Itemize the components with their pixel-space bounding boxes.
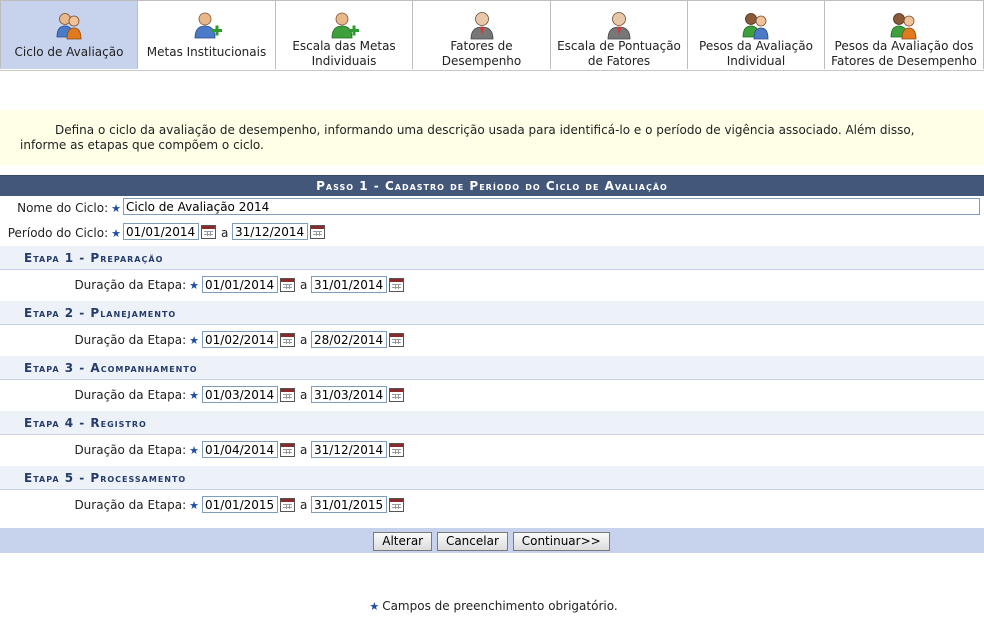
required-star-icon: ★ [189,389,199,402]
tab-metas-institucionais[interactable]: Metas Institucionais [138,0,276,69]
stage-fim-input[interactable] [311,331,387,348]
stage-duration-row: Duração da Etapa:★ a [0,490,984,521]
tab-label: Ciclo de Avaliação [14,45,124,59]
required-note-text: Campos de preenchimento obrigatório. [382,599,618,613]
stage-fim-input[interactable] [311,386,387,403]
tab-pesos-fatores-desempenho[interactable]: Pesos da Avaliação dos Fatores de Desemp… [825,0,984,69]
duracao-label: Duração da Etapa: ★ [74,443,199,457]
required-star-icon: ★ [189,499,199,512]
date-separator: a [300,388,308,402]
periodo-label: Período do Ciclo: ★ [7,226,121,240]
required-star-icon: ★ [369,600,380,613]
nome-label: Nome do Ciclo: ★ [17,201,121,215]
stage-fim-input[interactable] [311,496,387,513]
periodo-fim-input[interactable] [232,223,308,240]
required-star-icon: ★ [189,334,199,347]
tab-bar: Ciclo de Avaliação Metas Institucionais … [0,0,984,71]
stage-block: Etapa 5 - Processamento Duração da Etapa… [0,466,984,521]
calendar-icon[interactable] [280,278,295,292]
user-add-icon [331,12,359,39]
duracao-label: Duração da Etapa: ★ [74,388,199,402]
date-separator: a [300,443,308,457]
stage-duration-row: Duração da Etapa:★ a [0,270,984,301]
calendar-icon[interactable] [389,278,404,292]
calendar-icon[interactable] [280,443,295,457]
people-icon [56,13,82,40]
tab-pesos-avaliacao-individual[interactable]: Pesos da Avaliação Individual [688,0,825,69]
date-separator: a [300,333,308,347]
stage-duration-row: Duração da Etapa:★ a [0,435,984,466]
stage-inicio-input[interactable] [202,386,278,403]
required-star-icon: ★ [189,444,199,457]
calendar-icon[interactable] [389,443,404,457]
required-fields-note: ★ Campos de preenchimento obrigatório. [0,599,984,613]
duracao-label: Duração da Etapa: ★ [74,498,199,512]
continuar-button[interactable]: Continuar>> [512,532,610,551]
tab-label: Escala das Metas Individuais [292,39,396,68]
instructions-box: Defina o ciclo da avaliação de desempenh… [0,110,984,165]
stage-inicio-input[interactable] [202,331,278,348]
user-add-icon [194,12,222,39]
date-separator: a [300,278,308,292]
calendar-icon[interactable] [280,388,295,402]
stage-duration-row: Duração da Etapa:★ a [0,325,984,356]
stage-title: Etapa 1 - Preparação [0,246,984,270]
tab-escala-metas-individuais[interactable]: Escala das Metas Individuais [276,0,413,69]
calendar-icon[interactable] [280,498,295,512]
form-caption: Passo 1 - Cadastro de Período do Ciclo d… [0,175,984,196]
tab-label: Metas Institucionais [146,45,267,59]
stage-duration-row: Duração da Etapa:★ a [0,380,984,411]
date-separator: a [221,226,229,240]
stage-title: Etapa 2 - Planejamento [0,301,984,325]
nome-ciclo-input[interactable] [123,198,980,215]
stage-inicio-input[interactable] [202,496,278,513]
duracao-label: Duração da Etapa: ★ [74,278,199,292]
date-separator: a [300,498,308,512]
periodo-inicio-input[interactable] [123,223,199,240]
required-star-icon: ★ [189,279,199,292]
alterar-button[interactable]: Alterar [373,532,433,551]
tab-ciclo-avaliacao[interactable]: Ciclo de Avaliação [0,0,138,69]
tab-fatores-desempenho[interactable]: Fatores de Desempenho [413,0,551,69]
stage-block: Etapa 3 - Acompanhamento Duração da Etap… [0,356,984,411]
required-star-icon: ★ [111,227,121,240]
people-icon [742,13,769,40]
stage-fim-input[interactable] [311,441,387,458]
stage-block: Etapa 2 - Planejamento Duração da Etapa:… [0,301,984,356]
people-icon [890,13,917,40]
nome-row: Nome do Ciclo: ★ [0,196,984,221]
calendar-icon[interactable] [389,388,404,402]
user-icon [607,12,631,40]
stage-title: Etapa 3 - Acompanhamento [0,356,984,380]
stage-block: Etapa 4 - Registro Duração da Etapa:★ a [0,411,984,466]
tab-label: Pesos da Avaliação Individual [699,39,813,68]
duracao-label: Duração da Etapa: ★ [74,333,199,347]
calendar-icon[interactable] [280,333,295,347]
form-footer: Alterar Cancelar Continuar>> [0,528,984,553]
periodo-row: Período do Ciclo:★ a [0,221,984,246]
stage-inicio-input[interactable] [202,441,278,458]
stage-title: Etapa 5 - Processamento [0,466,984,490]
calendar-icon[interactable] [310,225,325,239]
required-star-icon: ★ [111,202,121,215]
tab-label: Pesos da Avaliação dos Fatores de Desemp… [831,39,977,68]
instructions-text: Defina o ciclo da avaliação de desempenh… [20,123,915,152]
stage-title: Etapa 4 - Registro [0,411,984,435]
stage-fim-input[interactable] [311,276,387,293]
calendar-icon[interactable] [201,225,216,239]
tab-escala-pontuacao-fatores[interactable]: Escala de Pontuação de Fatores [551,0,688,69]
cancelar-button[interactable]: Cancelar [436,532,508,551]
calendar-icon[interactable] [389,498,404,512]
calendar-icon[interactable] [389,333,404,347]
stages-list: Etapa 1 - Preparação Duração da Etapa: ★ … [0,246,984,521]
tab-label: Escala de Pontuação de Fatores [557,39,681,68]
stage-block: Etapa 1 - Preparação Duração da Etapa: ★ … [0,246,984,301]
tab-label: Fatores de Desempenho [441,39,522,68]
cycle-form: Passo 1 - Cadastro de Período do Ciclo d… [0,175,984,553]
user-icon [470,12,493,40]
stage-inicio-input[interactable] [202,276,278,293]
